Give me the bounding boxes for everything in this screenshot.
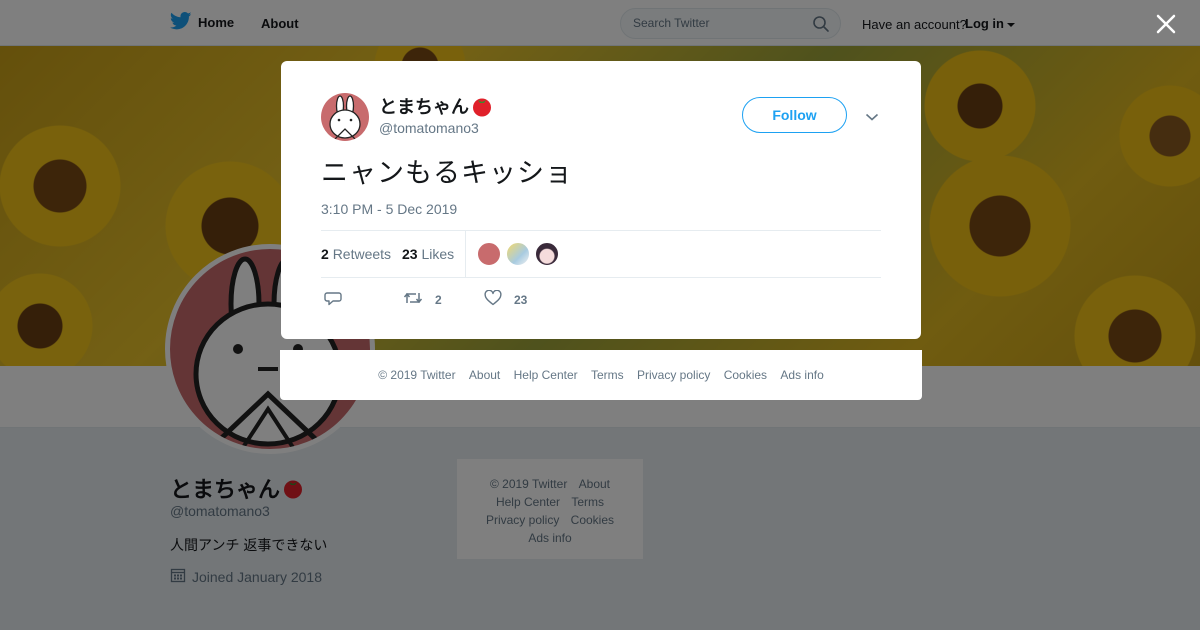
follow-button[interactable]: Follow	[742, 97, 847, 133]
tweet-author-name-text: とまちゃん	[379, 97, 469, 117]
likes-stat[interactable]: 23 Likes	[402, 246, 454, 262]
likes-label: Likes	[421, 246, 455, 262]
footer-privacy[interactable]: Privacy policy	[637, 368, 710, 382]
footer-terms[interactable]: Terms	[591, 368, 624, 382]
tweet-stats: 2 Retweets 23 Likes	[321, 230, 881, 278]
heart-icon	[484, 289, 502, 309]
tweet-modal: とまちゃん @tomatomano3 Follow ニャンもるキッショ 3:10…	[281, 61, 921, 339]
like-count: 23	[514, 292, 528, 307]
retweets-count: 2	[321, 246, 329, 262]
tweet-timestamp[interactable]: 3:10 PM - 5 Dec 2019	[321, 201, 457, 217]
stats-divider	[465, 231, 466, 277]
retweet-icon	[403, 290, 423, 309]
footer-copyright: © 2019 Twitter	[378, 368, 456, 382]
like-button[interactable]: 23	[484, 289, 528, 309]
retweet-count: 2	[435, 292, 442, 307]
chevron-down-icon[interactable]	[865, 109, 879, 127]
liker-avatar[interactable]	[506, 242, 530, 266]
likes-count: 23	[402, 246, 418, 262]
reply-icon	[324, 290, 342, 309]
tweet-actions: 2 23	[321, 287, 881, 311]
footer-ads[interactable]: Ads info	[780, 368, 823, 382]
liker-avatar[interactable]	[535, 242, 559, 266]
retweet-button[interactable]: 2	[403, 290, 442, 309]
liker-avatar[interactable]	[477, 242, 501, 266]
modal-footer: © 2019 Twitter About Help Center Terms P…	[280, 350, 922, 400]
tweet-author-avatar[interactable]	[321, 93, 369, 141]
footer-cookies[interactable]: Cookies	[724, 368, 767, 382]
tomato-emoji	[471, 95, 493, 117]
footer-about[interactable]: About	[469, 368, 500, 382]
reply-button[interactable]	[324, 290, 342, 309]
footer-help[interactable]: Help Center	[514, 368, 578, 382]
tweet-author-name[interactable]: とまちゃん	[379, 93, 493, 119]
tweet-author-handle[interactable]: @tomatomano3	[379, 120, 479, 136]
retweets-stat[interactable]: 2 Retweets	[321, 246, 391, 262]
retweets-label: Retweets	[332, 246, 392, 262]
tweet-text: ニャンもるキッショ	[321, 158, 573, 188]
close-icon[interactable]	[1155, 13, 1177, 35]
